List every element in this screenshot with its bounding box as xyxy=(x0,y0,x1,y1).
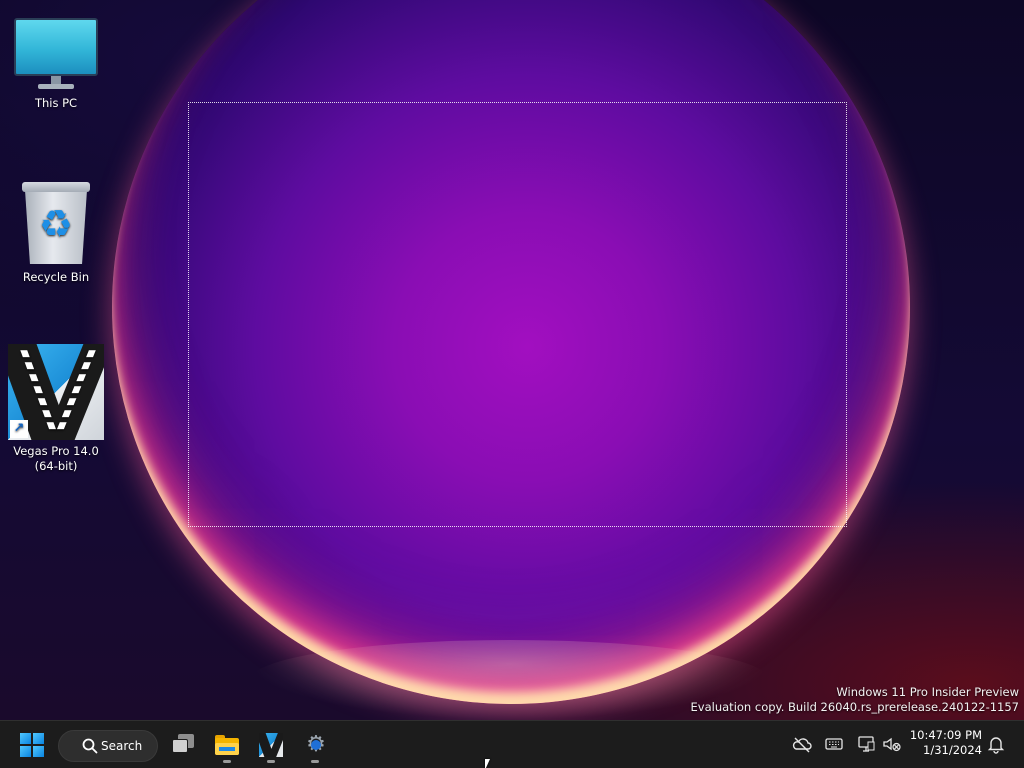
vegas-pro-icon: ■ ■ ■ ■ ■ ■ ■ ■ ■ ■ ■ ■ ■ ■ ↗ xyxy=(8,344,104,440)
vegas-pro-icon xyxy=(259,733,283,757)
desktop-icon-this-pc[interactable]: This PC xyxy=(6,14,106,111)
search-icon xyxy=(82,738,98,754)
desktop-icon-label: Recycle Bin xyxy=(22,270,90,284)
desktop-icon-label: Vegas Pro 14.0 (64-bit) xyxy=(6,444,106,474)
clock-time: 10:47:09 PM xyxy=(909,728,982,742)
start-button[interactable] xyxy=(12,726,52,764)
desktop-icon-vegas-pro[interactable]: ■ ■ ■ ■ ■ ■ ■ ■ ■ ■ ■ ■ ■ ■ ↗ Vegas Pro 14.0 (64-bit… xyxy=(6,344,106,474)
file-explorer-button[interactable] xyxy=(210,726,244,764)
start-icon xyxy=(20,733,44,757)
desktop[interactable]: This PC ♻ Recycle Bin ■ ■ ■ ■ ■ ■ ■ ■ ■ ■ ■ ■ ■ ■ ↗ … xyxy=(0,0,1024,720)
clock-date: 1/31/2024 xyxy=(923,743,982,757)
search-label: Search xyxy=(101,739,143,753)
network-icon[interactable] xyxy=(855,733,877,755)
settings-taskbar-button[interactable]: ⚙ xyxy=(298,726,332,764)
recycle-bin-icon: ♻ xyxy=(20,180,92,266)
onedrive-offline-icon[interactable] xyxy=(791,733,813,755)
build-watermark: Windows 11 Pro Insider Preview Evaluatio… xyxy=(691,685,1019,715)
running-indicator xyxy=(223,760,231,763)
watermark-line2: Evaluation copy. Build 26040.rs_prerelea… xyxy=(690,700,1019,714)
shortcut-arrow-icon: ↗ xyxy=(10,420,28,438)
running-indicator xyxy=(267,760,275,763)
system-clock[interactable]: 10:47:09 PM 1/31/2024 xyxy=(906,728,982,758)
taskbar: Search ⚙ xyxy=(0,720,1024,768)
task-view-button[interactable] xyxy=(166,726,200,764)
keyboard-icon[interactable] xyxy=(823,733,845,755)
desktop-icon-label: This PC xyxy=(34,96,78,110)
selection-rectangle xyxy=(188,102,847,527)
volume-muted-icon[interactable] xyxy=(881,733,903,755)
running-indicator xyxy=(311,760,319,763)
mouse-cursor xyxy=(485,759,490,768)
notification-bell-icon[interactable] xyxy=(985,733,1007,755)
settings-icon-center xyxy=(311,740,321,750)
watermark-line1: Windows 11 Pro Insider Preview xyxy=(836,685,1019,699)
monitor-icon xyxy=(14,14,98,92)
desktop-icon-label-line1: Vegas Pro 14.0 xyxy=(13,444,99,458)
desktop-icon-recycle-bin[interactable]: ♻ Recycle Bin xyxy=(6,180,106,285)
file-explorer-icon xyxy=(215,735,239,755)
desktop-icon-label-line2: (64-bit) xyxy=(34,459,78,473)
search-box[interactable]: Search xyxy=(58,730,158,762)
vegas-pro-taskbar-button[interactable] xyxy=(254,726,288,764)
